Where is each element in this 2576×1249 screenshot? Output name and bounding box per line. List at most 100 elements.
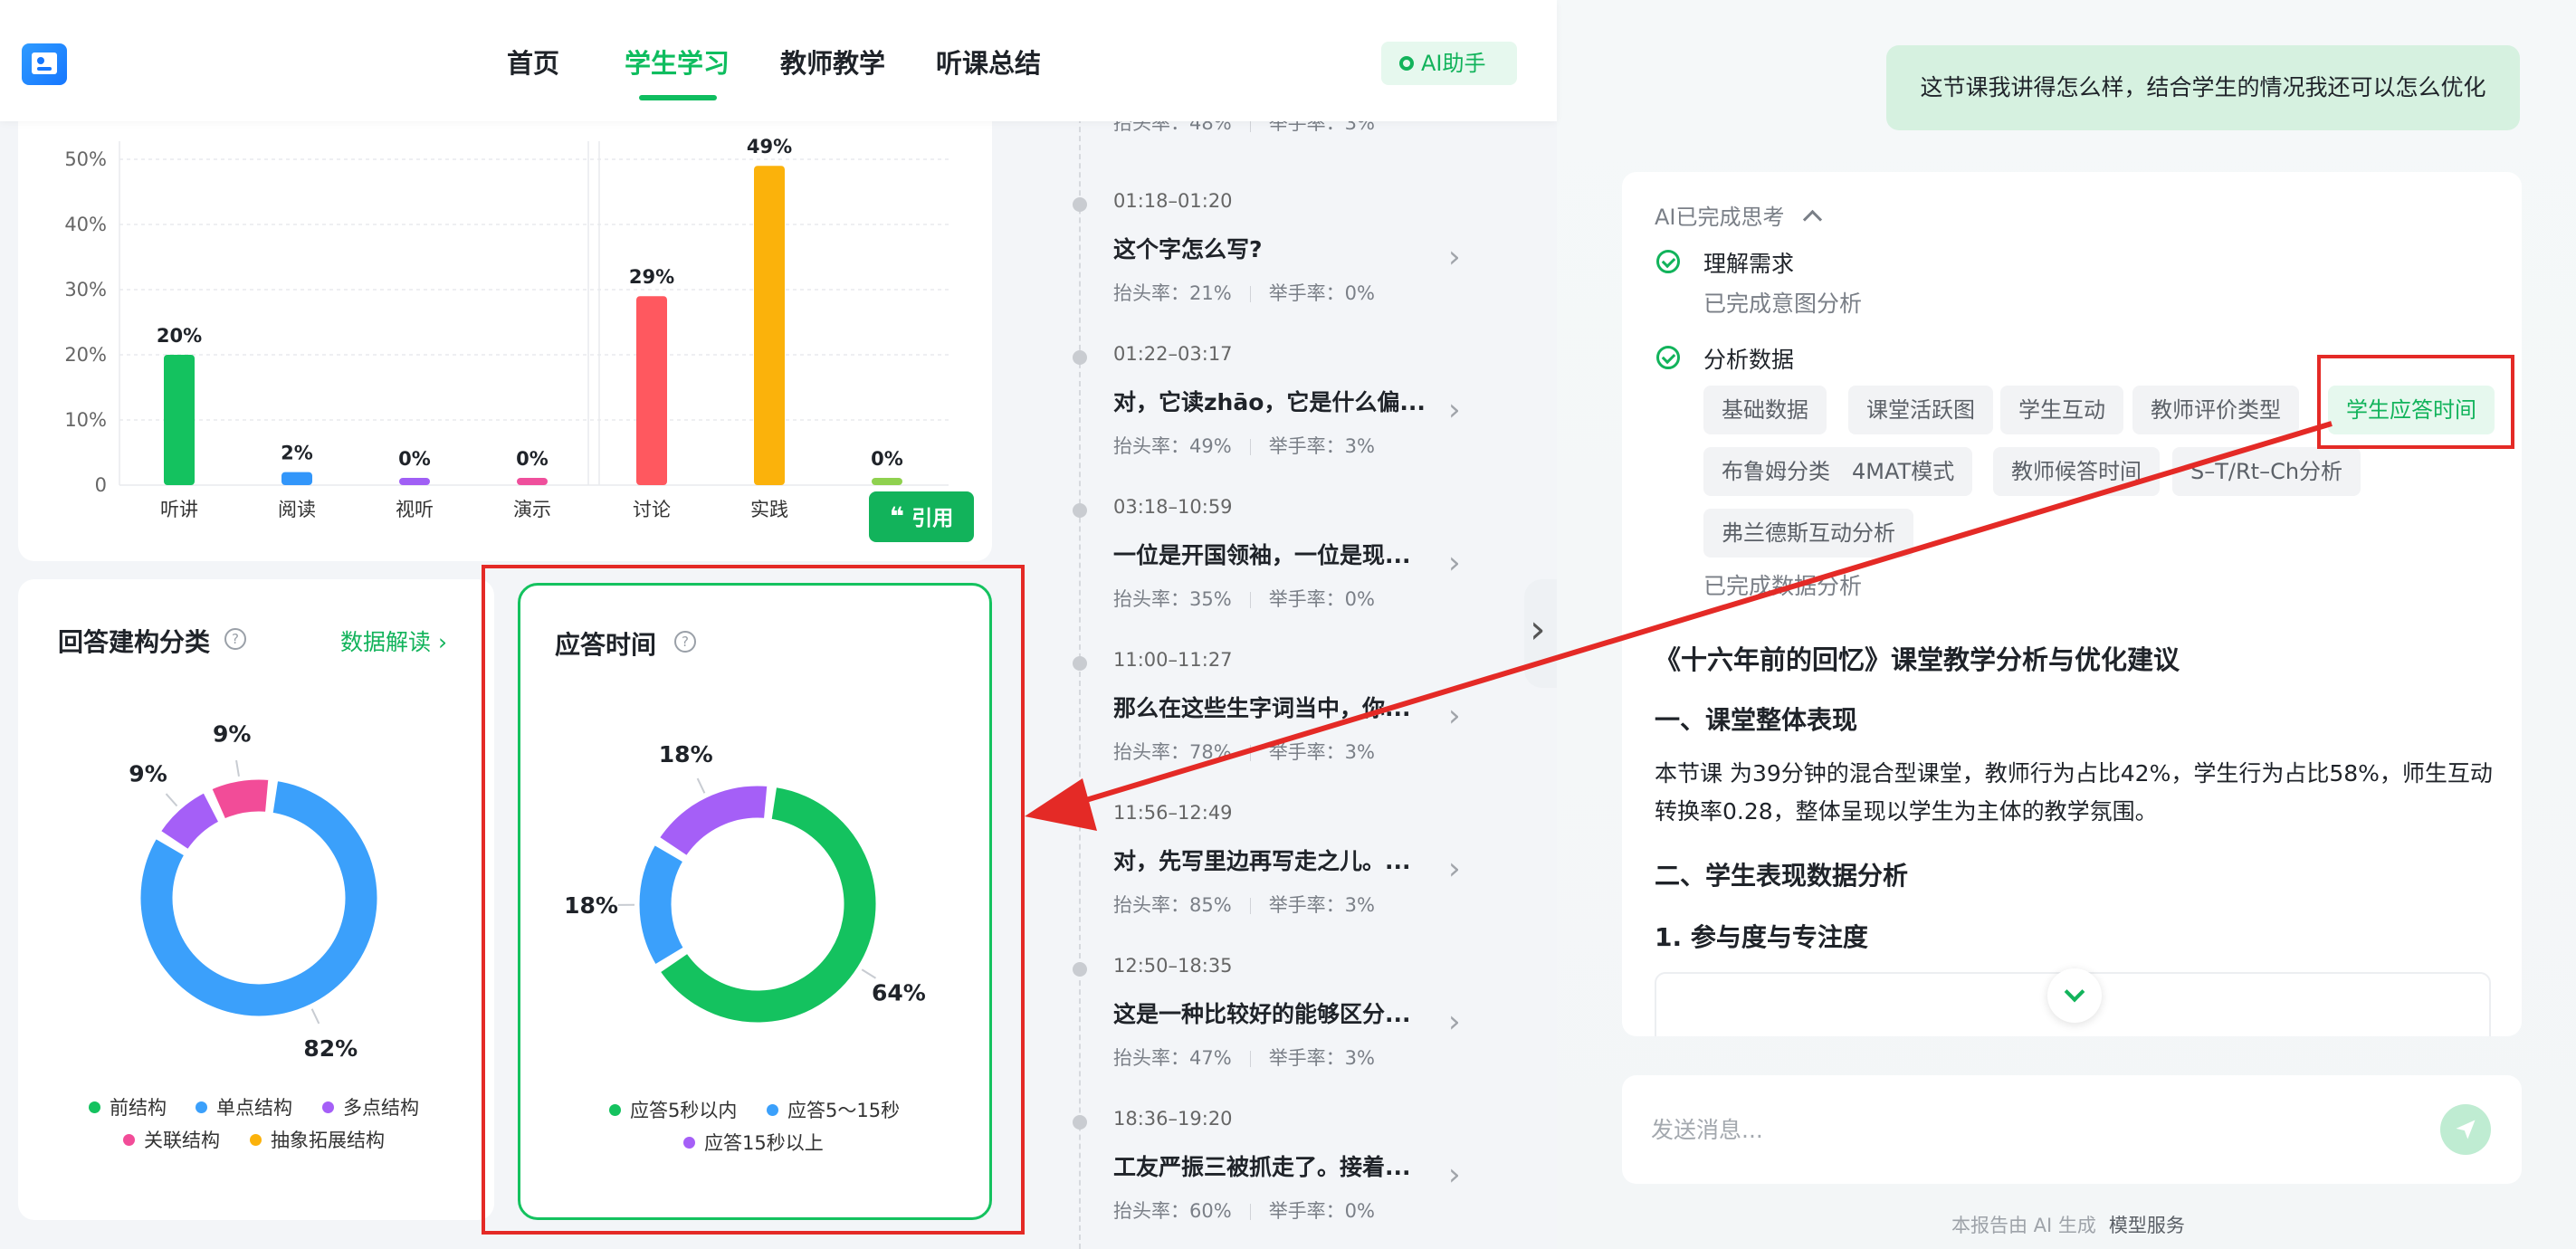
timeline-time: 18:36–19:20 [1113, 1108, 1233, 1130]
timeline-time: 01:22–03:17 [1113, 343, 1233, 365]
timeline-title: 那么在这些生字词当中，你... [1113, 695, 1411, 721]
nav-active-underline [639, 95, 717, 100]
step-analyze-sub: 已完成数据分析 [1703, 573, 1863, 599]
timeline-dot [1073, 962, 1087, 977]
quote-icon: ❝ [889, 501, 905, 531]
help-icon[interactable]: ? [224, 628, 246, 650]
head-up-rate: 抬头率：21% [1113, 282, 1232, 304]
hand-raise-rate: 举手率：3% [1268, 894, 1376, 916]
timeline-stats: 抬头率：47% 举手率：3% [1113, 1044, 1375, 1071]
analysis-chip[interactable]: 4MAT模式 [1834, 447, 1973, 496]
timeline-item[interactable]: 01:18–01:20 这个字怎么写? 抬头率：21% 举手率：0% › [1032, 183, 1521, 328]
send-button[interactable] [2440, 1104, 2491, 1155]
analysis-chip[interactable]: 布鲁姆分类 [1703, 447, 1848, 496]
report-title: 《十六年前的回忆》课堂教学分析与优化建议 [1655, 644, 2180, 675]
hand-raise-rate: 举手率：3% [1268, 435, 1376, 457]
y-tick-label: 40% [64, 214, 107, 235]
y-tick-label: 10% [64, 409, 107, 431]
legend-dot [123, 1133, 135, 1146]
hand-raise-rate: 举手率：0% [1268, 588, 1376, 610]
data-interpret-link[interactable]: 数据解读 › [340, 624, 447, 657]
bar-value-label: 0% [871, 448, 903, 470]
legend-item[interactable]: 多点结构 [322, 1093, 419, 1120]
analysis-chip[interactable]: 课堂活跃图 [1848, 386, 1993, 434]
bar [164, 355, 195, 485]
nav-teacher-teaching[interactable]: 教师教学 [780, 43, 885, 83]
logo-mark [32, 52, 57, 74]
nav-lesson-summary[interactable]: 听课总结 [936, 43, 1041, 83]
top-header: 首页 学生学习 教师教学 听课总结 AI助手 [0, 0, 1557, 121]
bar-value-label: 49% [747, 136, 792, 157]
learning-mode-card: 50% 40% 30% 20% 10% 0 20% 听讲 2% 阅读 0% 视听 0% 演示 29% 讨论 49… [18, 91, 992, 561]
analysis-chip[interactable]: 基础数据 [1703, 386, 1827, 434]
quote-button[interactable]: ❝ 引用 [869, 491, 974, 542]
ai-response-card: AI已完成思考 理解需求 已完成意图分析 分析数据 基础数据 课堂活跃图 学生互动教… [1622, 172, 2522, 1036]
timeline-item[interactable]: 11:56–12:49 对，先写里边再写走之儿。... 抬头率：85% 举手率：3… [1032, 795, 1521, 939]
legend-label: 单点结构 [216, 1097, 292, 1119]
model-service-link[interactable]: 模型服务 [2109, 1215, 2185, 1236]
answer-structure-donut: 82% 9% 9% [129, 720, 380, 1062]
legend-label: 前结构 [110, 1097, 167, 1119]
category-label: 演示 [513, 499, 551, 520]
timeline-stats: 抬头率：78% 举手率：3% [1113, 738, 1375, 765]
answer-structure-title: 回答建构分类 [58, 627, 211, 657]
timeline-dot [1073, 350, 1087, 365]
message-input[interactable] [1649, 1106, 2395, 1153]
ai-generated-note: 本报告由 AI 生成 [1951, 1215, 2096, 1236]
timeline-dot [1073, 503, 1087, 518]
timeline-stats: 抬头率：35% 举手率：0% [1113, 585, 1375, 612]
timeline-item[interactable]: 01:22–03:17 对，它读zhāo，它是什么偏... 抬头率：49% 举手率… [1032, 336, 1521, 481]
ai-assistant-label: AI助手 [1421, 51, 1486, 76]
timeline-time: 12:50–18:35 [1113, 955, 1233, 977]
logo-line [37, 67, 52, 71]
ai-assistant-button[interactable]: AI助手 [1381, 42, 1517, 85]
hand-raise-rate: 举手率：3% [1268, 1047, 1376, 1069]
slice-value-label: 9% [129, 761, 167, 787]
timeline-item[interactable]: 12:50–18:35 这是一种比较好的能够区分... 抬头率：47% 举手率：3… [1032, 948, 1521, 1092]
hand-raise-rate: 举手率：3% [1268, 741, 1376, 763]
nav-home[interactable]: 首页 [507, 43, 559, 83]
app-logo[interactable] [22, 43, 67, 85]
timeline-stats: 抬头率：49% 举手率：3% [1113, 432, 1375, 459]
thinking-header: AI已完成思考 [1655, 205, 1785, 230]
question-timeline: 抬头率：48% 举手率：3% 01:18–01:20 这个字怎么写? 抬头率：21… [1032, 109, 1521, 1249]
slice-value-label: 9% [213, 720, 251, 747]
divider [1249, 1204, 1251, 1220]
timeline-item[interactable]: 11:00–11:27 那么在这些生字词当中，你... 抬头率：78% 举手率：3… [1032, 642, 1521, 787]
analysis-chip[interactable]: 教师候答时间 [1993, 447, 2160, 496]
nav-student-learning[interactable]: 学生学习 [625, 43, 730, 83]
annotation-box-response-time [482, 565, 1025, 1235]
timeline-title: 一位是开国领袖，一位是现... [1113, 542, 1411, 568]
legend-label: 关联结构 [144, 1130, 220, 1151]
hand-raise-rate: 举手率：0% [1268, 282, 1376, 304]
head-up-rate: 抬头率：78% [1113, 741, 1232, 763]
legend-item[interactable]: 抽象拓展结构 [250, 1126, 385, 1153]
timeline-item[interactable]: 18:36–19:20 工友严振三被抓走了。接着... 抬头率：60% 举手率：0… [1032, 1101, 1521, 1245]
analysis-chip[interactable]: 弗兰德斯互动分析 [1703, 509, 1913, 558]
collapse-panel-toggle[interactable]: › [1524, 579, 1560, 688]
step-understand-title: 理解需求 [1703, 251, 1795, 277]
analysis-chip[interactable]: 教师评价类型 [2132, 386, 2299, 434]
timeline-time: 01:18–01:20 [1113, 190, 1233, 212]
slice-leader-line [310, 1008, 320, 1025]
chevron-right-icon: › [1448, 545, 1461, 581]
chevron-right-icon: › [1448, 698, 1461, 734]
legend-item[interactable]: 关联结构 [123, 1126, 220, 1153]
analysis-chip[interactable]: S–T/Rt–Ch分析 [2172, 447, 2361, 496]
bar-value-label: 20% [157, 325, 202, 347]
footer-note: 本报告由 AI 生成 模型服务 [1951, 1211, 2185, 1238]
slice-leader-line [165, 793, 178, 807]
ai-icon [1399, 56, 1414, 71]
divider [1249, 592, 1251, 608]
legend-dot [196, 1101, 207, 1113]
timeline-title: 这是一种比较好的能够区分... [1113, 1001, 1411, 1027]
timeline-dot [1073, 1115, 1087, 1130]
timeline-item[interactable]: 03:18–10:59 一位是开国领袖，一位是现... 抬头率：35% 举手率：0… [1032, 489, 1521, 634]
bar-value-label: 0% [398, 448, 431, 470]
thinking-toggle[interactable]: AI已完成思考 [1655, 199, 1823, 231]
legend-item[interactable]: 单点结构 [196, 1093, 292, 1120]
analysis-chip[interactable]: 学生互动 [2000, 386, 2123, 434]
legend-item[interactable]: 前结构 [89, 1093, 167, 1120]
scroll-down-button[interactable] [2047, 968, 2102, 1023]
bar [636, 296, 667, 485]
